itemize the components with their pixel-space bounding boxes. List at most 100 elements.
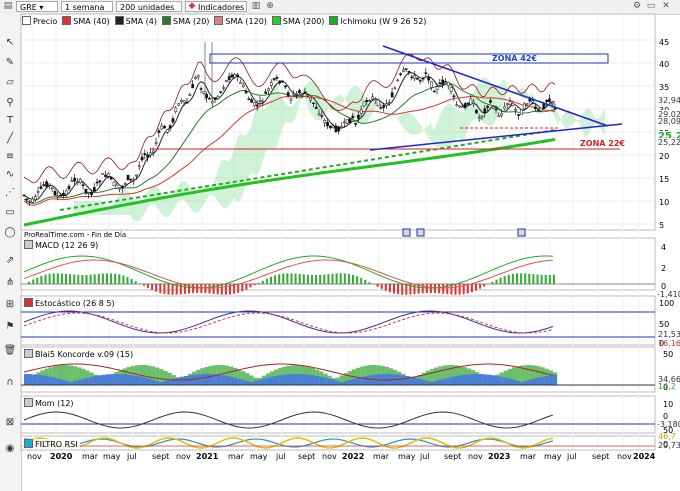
macd-histogram-bar	[343, 273, 346, 284]
macd-histogram-bar	[306, 274, 309, 284]
koncorde-blue-bar	[73, 380, 78, 385]
candle-body	[137, 165, 141, 168]
event-marker	[402, 228, 411, 237]
legend-label: Ichimoku (W 9 26 52)	[340, 17, 427, 26]
candle-body	[143, 153, 147, 156]
legend-item[interactable]: SMA (4)	[114, 16, 157, 26]
candle-body	[354, 122, 357, 125]
legend-swatch	[22, 16, 31, 25]
candle-body	[525, 103, 529, 105]
macd-histogram-bar	[388, 284, 391, 293]
koncorde-blue-bar	[446, 377, 451, 385]
legend-item[interactable]: SMA (20)	[161, 16, 209, 26]
price-tag: 25,220	[656, 138, 680, 147]
candle-body	[269, 82, 273, 86]
macd-histogram-bar	[319, 274, 322, 284]
macd-histogram-bar	[393, 284, 395, 294]
candle-body	[348, 118, 352, 124]
macd-histogram-bar	[302, 274, 305, 284]
macd-histogram-bar	[405, 284, 408, 295]
time-axis-tick: may	[544, 452, 562, 461]
koncorde-blue-bar	[97, 375, 102, 385]
candle-body	[475, 109, 478, 114]
candle-body	[463, 103, 467, 109]
macd-histogram-bar	[413, 284, 416, 295]
koncorde-blue-bar	[425, 380, 430, 385]
price-axis-tick: 15	[659, 175, 670, 184]
candle-body	[177, 103, 180, 106]
koncorde-blue-bar	[81, 378, 86, 385]
koncorde-blue-bar	[60, 379, 66, 385]
macd-histogram-bar	[171, 284, 174, 295]
candle-body	[413, 75, 416, 79]
macd-histogram-bar	[364, 279, 367, 284]
macd-histogram-bar	[52, 273, 55, 284]
candle-body	[508, 101, 512, 105]
koncorde-blue-bar	[130, 375, 135, 385]
candle-body	[531, 100, 534, 103]
koncorde-blue-bar	[479, 374, 484, 385]
candle-body	[455, 104, 459, 107]
time-axis-tick: may	[398, 452, 416, 461]
macd-histogram-bar	[552, 274, 555, 284]
koncorde-blue-bar	[192, 374, 197, 385]
time-axis-tick: nov	[468, 452, 483, 461]
rsi-signal-tag: 20,734	[658, 441, 680, 450]
macd-histogram-bar	[438, 284, 441, 294]
macd-histogram-bar	[208, 284, 211, 294]
koncorde-blue-bar	[204, 374, 209, 385]
price-axis-tick: 45	[659, 38, 670, 47]
candle-body	[497, 115, 501, 118]
koncorde-blue-bar	[118, 374, 123, 385]
macd-histogram-bar	[118, 274, 121, 284]
chart-canvas[interactable]	[0, 0, 680, 491]
macd-histogram-bar	[48, 273, 51, 284]
candle-body	[50, 187, 54, 189]
candle-body	[407, 71, 411, 73]
koncorde-blue-bar	[286, 374, 291, 385]
candle-body	[28, 200, 32, 203]
candle-body	[314, 106, 318, 109]
macd-histogram-bar	[220, 284, 223, 295]
koncorde-blue-bar	[188, 375, 193, 385]
candle-body	[503, 106, 506, 110]
candle-body	[536, 109, 540, 112]
legend-item[interactable]: Ichimoku (W 9 26 52)	[329, 16, 427, 26]
macd-histogram-bar	[397, 284, 400, 295]
candle-body	[123, 183, 127, 185]
koncorde-blue-bar	[196, 374, 201, 385]
candle-body	[365, 99, 369, 102]
koncorde-blue-bar	[364, 375, 369, 385]
koncorde-blue-bar	[183, 375, 189, 385]
candle-body	[219, 91, 223, 93]
candle-body	[239, 81, 242, 84]
candle-body	[48, 183, 51, 186]
macd-histogram-bar	[311, 274, 313, 284]
candle-body	[146, 154, 150, 158]
candle-body	[505, 103, 509, 105]
koncorde-blue-bar	[48, 376, 53, 385]
legend-swatch	[214, 16, 224, 25]
koncorde-blue-bar	[151, 379, 156, 385]
macd-histogram-bar	[192, 284, 195, 294]
candle-body	[500, 113, 504, 116]
candle-body	[542, 103, 546, 109]
candle-body	[368, 100, 372, 102]
legend-item[interactable]: SMA (40)	[62, 16, 110, 26]
koncorde-blue-bar	[77, 379, 82, 385]
legend-item[interactable]: SMA (120)	[214, 16, 267, 26]
candle-body	[382, 105, 386, 108]
macd-histogram-bar	[93, 274, 96, 284]
candle-body	[247, 98, 251, 101]
koncorde-blue-bar	[220, 375, 225, 385]
macd-histogram-bar	[327, 274, 330, 284]
koncorde-blue-bar	[270, 376, 275, 385]
koncorde-blue-bar	[466, 374, 471, 385]
macd-histogram-bar	[315, 274, 318, 284]
macd-histogram-bar	[511, 273, 514, 284]
legend-item[interactable]: SMA (200)	[271, 16, 324, 26]
legend-item[interactable]: Precio	[22, 16, 57, 26]
candle-body	[312, 102, 315, 104]
candle-body	[317, 113, 321, 116]
macd-histogram-bar	[106, 273, 108, 284]
